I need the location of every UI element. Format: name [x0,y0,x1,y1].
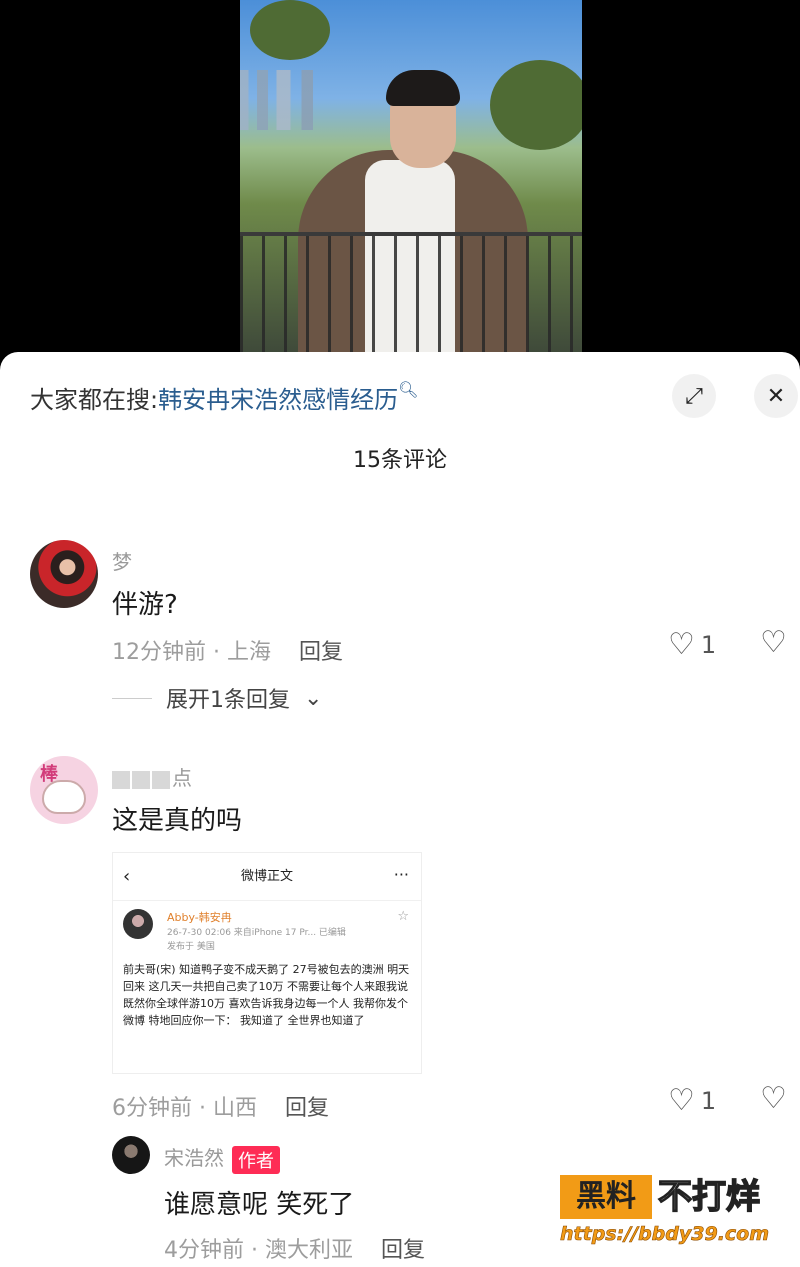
tree [250,0,330,60]
expand-replies[interactable]: 展开1条回复 ⌄ [112,682,322,714]
like-button[interactable]: ♡ 1 [668,1086,716,1116]
embedded-screenshot[interactable]: ‹ 微博正文 ··· Abby-韩安冉 26-7-30 02:06 来自iPho… [112,852,422,1074]
reply-time: 4分钟前 [164,1238,244,1263]
heart-icon: ♡ [668,627,695,662]
reply-button[interactable]: 回复 [285,1096,329,1121]
back-arrow-icon: ‹ [123,866,131,887]
watermark-url: https://bbdy39.com [560,1223,770,1246]
weibo-time-device: 26-7-30 02:06 来自iPhone 17 Pr... 已编辑 [167,928,346,938]
comment-username[interactable]: 点 [112,762,192,791]
reply-text: 谁愿意呢 笑死了 [164,1190,355,1220]
watermark-title: 不打烊 [657,1176,761,1218]
avatar[interactable] [30,540,98,608]
close-icon[interactable]: ✕ [754,374,798,418]
comment-sheet: 大家都在搜:韩安冉宋浩然感情经历🔍︎ ⤢ ✕ 15条评论 梦 伴游? 12分钟前… [0,352,800,1267]
reply-button[interactable]: 回复 [381,1238,425,1263]
broken-heart-icon[interactable]: ♡ [760,628,787,658]
comment-meta: 6分钟前 · 山西 回复 [112,1096,330,1121]
avatar[interactable]: 棒 [30,756,98,824]
search-prefix: 大家都在搜: [30,386,159,414]
watermark: 黑料 不打烊 https://bbdy39.com [560,1175,790,1255]
broken-heart-icon[interactable]: ♡ [760,1084,787,1114]
divider [112,697,152,699]
weibo-nav-bar: ‹ 微博正文 ··· [113,853,421,901]
person-hair [386,70,460,106]
blurred-name-block [152,770,170,789]
expand-replies-label: 展开1条回复 [166,688,290,713]
like-button[interactable]: ♡ 1 [668,630,716,660]
comment-count-title: 15条评论 [353,448,447,473]
watermark-badge: 黑料 [560,1175,652,1219]
reply-username-text: 宋浩然 [164,1146,224,1170]
reply-username[interactable]: 宋浩然 作者 [164,1142,280,1174]
reply-location: 澳大利亚 [264,1238,353,1263]
city-skyline [240,70,380,130]
comment-location: 山西 [212,1096,257,1121]
more-icon: ··· [393,865,409,884]
heart-icon: ♡ [668,1083,695,1118]
blurred-name-block [112,770,130,789]
comment-username-visible: 点 [172,766,192,790]
railing [240,232,582,352]
star-icon: ☆ [397,909,409,924]
reply-button[interactable]: 回复 [299,640,343,665]
magnifier-icon[interactable]: 🔍︎ [398,380,418,399]
weibo-body: 前夫哥(宋) 知道鸭子变不成天鹅了 27号被包去的澳洲 明天回来 这几天一共把自… [123,963,410,1027]
comment-time: 12分钟前 [112,640,206,665]
comment-time: 6分钟前 [112,1096,192,1121]
weibo-posted-from: 发布于 美国 [167,942,215,952]
comment-username[interactable]: 梦 [112,546,132,575]
chevron-down-icon: ⌄ [304,685,323,711]
like-count: 1 [700,1087,717,1115]
blurred-name-block [132,770,150,789]
weibo-author: Abby-韩安冉 [167,911,232,924]
expand-icon[interactable]: ⤢ [672,374,716,418]
video-frame[interactable] [240,0,582,352]
tree [490,60,582,150]
comment-location: 上海 [226,640,271,665]
comment-text: 伴游? [112,590,178,620]
like-count: 1 [700,631,717,659]
comment-text: 这是真的吗 [112,806,243,836]
avatar[interactable] [112,1136,150,1174]
bunny-illustration [42,780,86,814]
weibo-nav-title: 微博正文 [240,869,293,884]
author-badge: 作者 [232,1145,280,1174]
search-suggestion[interactable]: 大家都在搜:韩安冉宋浩然感情经历🔍︎ [30,380,418,415]
weibo-avatar [123,909,153,939]
comment-meta: 12分钟前 · 上海 回复 [112,640,344,665]
reply-meta: 4分钟前 · 澳大利亚 回复 [164,1238,426,1263]
search-term-link[interactable]: 韩安冉宋浩然感情经历 [158,386,398,414]
